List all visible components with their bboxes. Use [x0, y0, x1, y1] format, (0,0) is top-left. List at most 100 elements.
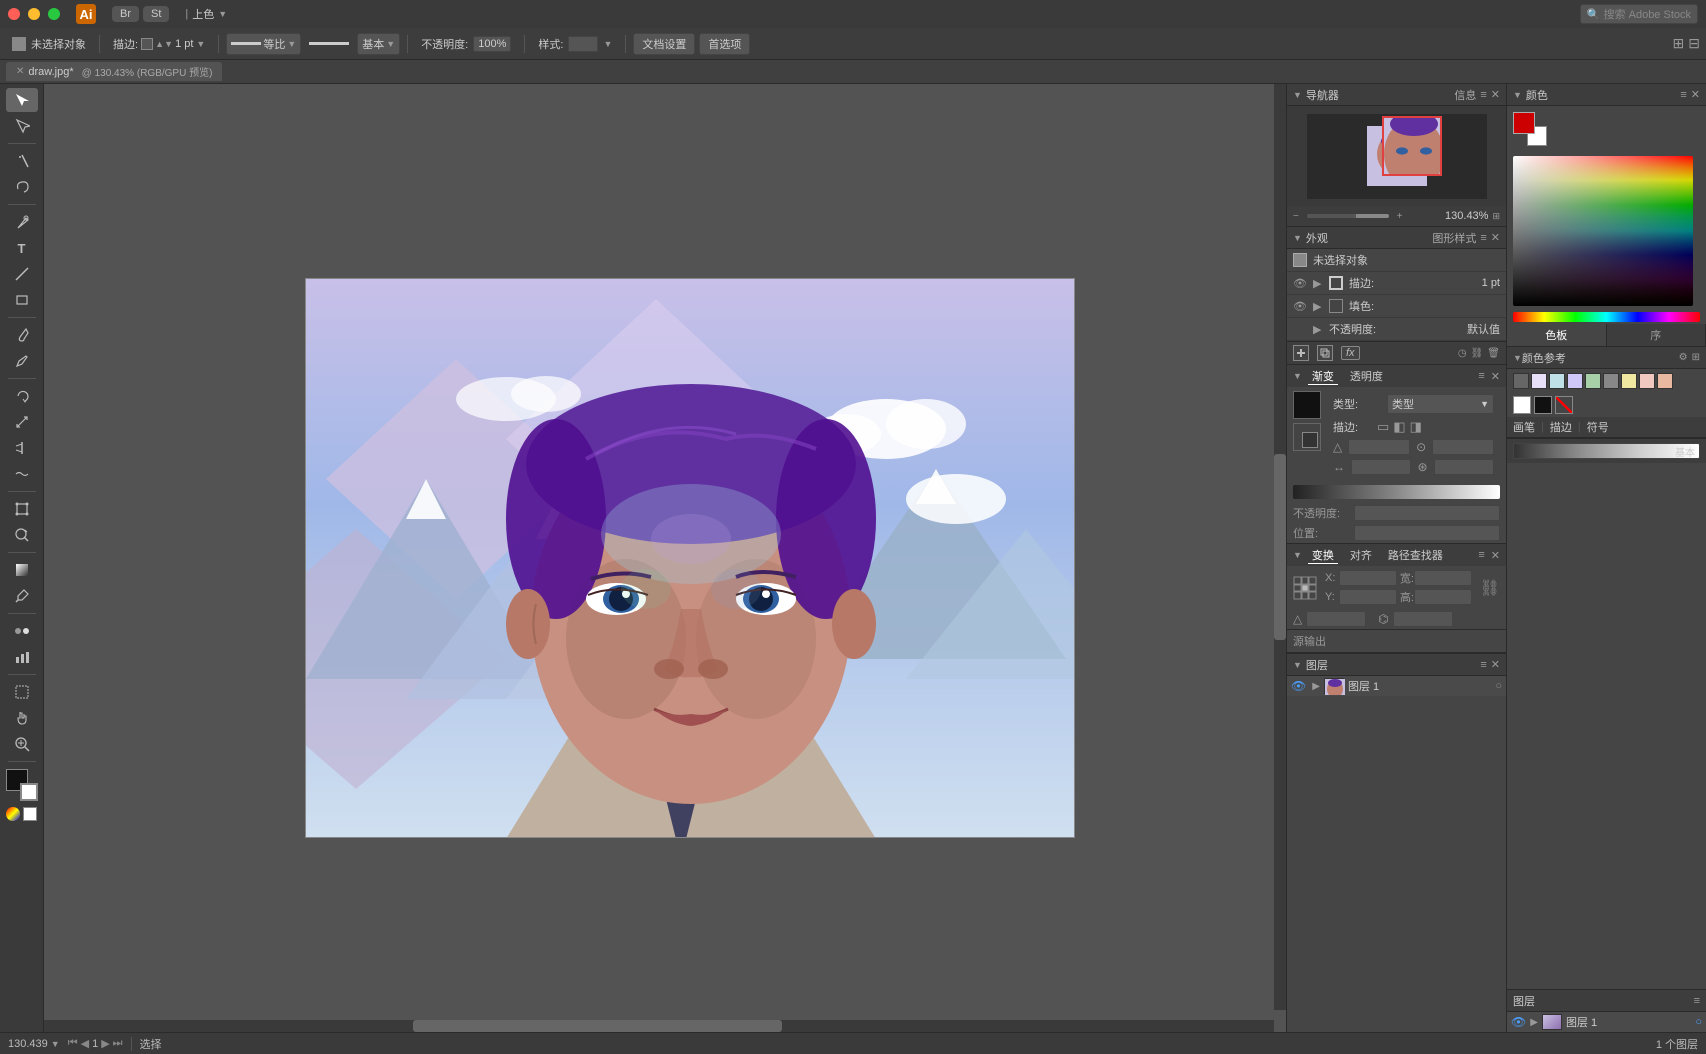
pencil-btn[interactable]: [6, 349, 38, 373]
reverse-input[interactable]: [1351, 459, 1411, 475]
h-scrollbar-thumb[interactable]: [413, 1020, 782, 1032]
align-tab[interactable]: 对齐: [1346, 547, 1376, 563]
next-page-btn[interactable]: ▶: [101, 1037, 109, 1050]
zoom-minus-btn[interactable]: −: [1293, 211, 1299, 222]
line-btn[interactable]: [6, 262, 38, 286]
first-page-btn[interactable]: ⏮: [68, 1037, 78, 1050]
aspect-input[interactable]: [1432, 439, 1494, 455]
angle-input[interactable]: [1348, 439, 1410, 455]
color-layers-menu-btn[interactable]: ≡: [1694, 995, 1700, 1007]
stroke-control[interactable]: 描边: ▲▼ 1 pt ▼: [107, 34, 211, 54]
panel-toggle-btn[interactable]: ⊞: [1673, 35, 1685, 52]
v-scrollbar-thumb[interactable]: [1274, 454, 1286, 639]
height-input[interactable]: [1414, 589, 1472, 605]
fill-visibility-eye[interactable]: 👁: [1293, 300, 1307, 313]
none-swatch[interactable]: [1555, 396, 1573, 414]
hand-btn[interactable]: [6, 706, 38, 730]
stroke-color-swatch[interactable]: [1329, 276, 1343, 290]
layers-close-btn[interactable]: ✕: [1491, 658, 1500, 671]
navigator-close-btn[interactable]: ✕: [1491, 88, 1500, 101]
ref-swatch-1[interactable]: [1513, 373, 1529, 389]
stroke-swatch[interactable]: [20, 783, 38, 801]
gradient-btn[interactable]: [6, 558, 38, 582]
warp-btn[interactable]: [6, 462, 38, 486]
transform-origin-grid[interactable]: [1293, 576, 1317, 600]
angle-input-field[interactable]: [1306, 611, 1366, 627]
ref-swatch-8[interactable]: [1657, 373, 1673, 389]
fill-expand-arrow[interactable]: ▶: [1313, 300, 1323, 313]
stroke-opt-3-btn[interactable]: ◨: [1410, 419, 1422, 435]
gradient-strip[interactable]: 基本: [1513, 443, 1700, 459]
ref-swatch-6[interactable]: [1621, 373, 1637, 389]
symbols-tab[interactable]: 符号: [1587, 419, 1609, 435]
color-ref-grid-btn[interactable]: ⊞: [1692, 352, 1700, 363]
minimize-button[interactable]: [28, 8, 40, 20]
color-ref-collapse-btn[interactable]: ▼: [1513, 353, 1522, 363]
mode-selector[interactable]: 上色: [192, 6, 214, 22]
fx-btn[interactable]: fx: [1341, 346, 1360, 360]
last-page-btn[interactable]: ⏭: [113, 1037, 123, 1050]
transform-collapse-btn[interactable]: ▼: [1293, 550, 1302, 560]
style-dropdown[interactable]: 基本 ▼: [357, 33, 400, 55]
graphic-styles-tab[interactable]: 图形样式: [1432, 230, 1476, 246]
appearance-close-btn[interactable]: ✕: [1491, 231, 1500, 244]
gradient-start-swatch[interactable]: [1293, 391, 1321, 419]
stroke-panel-tab[interactable]: 描边: [1550, 419, 1572, 435]
tab-close-icon[interactable]: ✕: [16, 66, 24, 77]
stroke-visibility-eye[interactable]: 👁: [1293, 277, 1307, 290]
ref-swatch-3[interactable]: [1549, 373, 1565, 389]
layer-1-expand-btn[interactable]: ▶: [1312, 681, 1320, 692]
type-btn[interactable]: T: [6, 236, 38, 260]
ref-swatch-2[interactable]: [1531, 373, 1547, 389]
hue-bar[interactable]: [1513, 312, 1700, 322]
width-btn[interactable]: [6, 436, 38, 460]
magic-wand-btn[interactable]: [6, 149, 38, 173]
transform-close-btn[interactable]: ✕: [1491, 549, 1500, 562]
lasso-btn[interactable]: [6, 175, 38, 199]
zoom-slider[interactable]: [1307, 214, 1389, 218]
layer-1-eye-btn[interactable]: 👁: [1291, 679, 1306, 693]
dither-input[interactable]: [1434, 459, 1494, 475]
opacity-input[interactable]: [1354, 505, 1500, 521]
x-input[interactable]: [1339, 570, 1397, 586]
color-collapse-btn[interactable]: ▼: [1513, 90, 1522, 100]
fg-color-swatch[interactable]: [1513, 112, 1535, 134]
v-scrollbar[interactable]: [1274, 84, 1286, 1010]
color-guide-tab[interactable]: 色板: [1507, 324, 1607, 346]
fx-new-btn[interactable]: [1293, 345, 1309, 361]
artboard-btn[interactable]: [6, 680, 38, 704]
column-graph-btn[interactable]: [6, 645, 38, 669]
width-input[interactable]: [1414, 570, 1472, 586]
scale-btn[interactable]: [6, 410, 38, 434]
status-zoom-arrow[interactable]: ▼: [51, 1039, 60, 1049]
appearance-stroke-row[interactable]: 👁 ▶ 描边: 1 pt: [1287, 272, 1506, 295]
fill-stroke-swatches[interactable]: [6, 769, 38, 801]
pen-btn[interactable]: [6, 210, 38, 234]
maximize-button[interactable]: [48, 8, 60, 20]
artwork-canvas[interactable]: [305, 278, 1075, 838]
fx-del-btn[interactable]: 🗑: [1487, 348, 1500, 359]
stroke-opt-2-btn[interactable]: ◧: [1393, 419, 1405, 435]
zoom-plus-btn[interactable]: +: [1397, 211, 1403, 222]
appearance-menu-btn[interactable]: ≡: [1480, 232, 1486, 244]
transparency-tab[interactable]: 透明度: [1346, 368, 1387, 384]
proportion-dropdown[interactable]: 等比 ▼: [226, 33, 301, 55]
fx-dup-btn[interactable]: [1317, 345, 1333, 361]
rotate-btn[interactable]: [6, 384, 38, 408]
color-panel-layer-expand[interactable]: ▶: [1530, 1017, 1538, 1028]
rect-btn[interactable]: [6, 288, 38, 312]
appearance-collapse-btn[interactable]: ▼: [1293, 233, 1302, 243]
arrange-btn[interactable]: ⊟: [1688, 35, 1700, 52]
layer-1-vis-btn[interactable]: ○: [1495, 680, 1502, 692]
sequence-tab[interactable]: 序: [1607, 324, 1706, 346]
fill-color-swatch[interactable]: [1329, 299, 1343, 313]
color-ref-settings-btn[interactable]: ⚙: [1679, 352, 1688, 363]
color-panel-layer-row[interactable]: 👁 ▶ 图层 1 ○: [1507, 1012, 1706, 1032]
color-close-btn[interactable]: ✕: [1691, 88, 1700, 101]
blend-btn[interactable]: [6, 619, 38, 643]
eyedropper-btn[interactable]: [6, 584, 38, 608]
black-swatch[interactable]: [1534, 396, 1552, 414]
navigator-collapse-btn[interactable]: ▼: [1293, 90, 1302, 100]
transparency-close-btn[interactable]: ✕: [1491, 370, 1500, 383]
transform-tab[interactable]: 变换: [1308, 547, 1338, 564]
